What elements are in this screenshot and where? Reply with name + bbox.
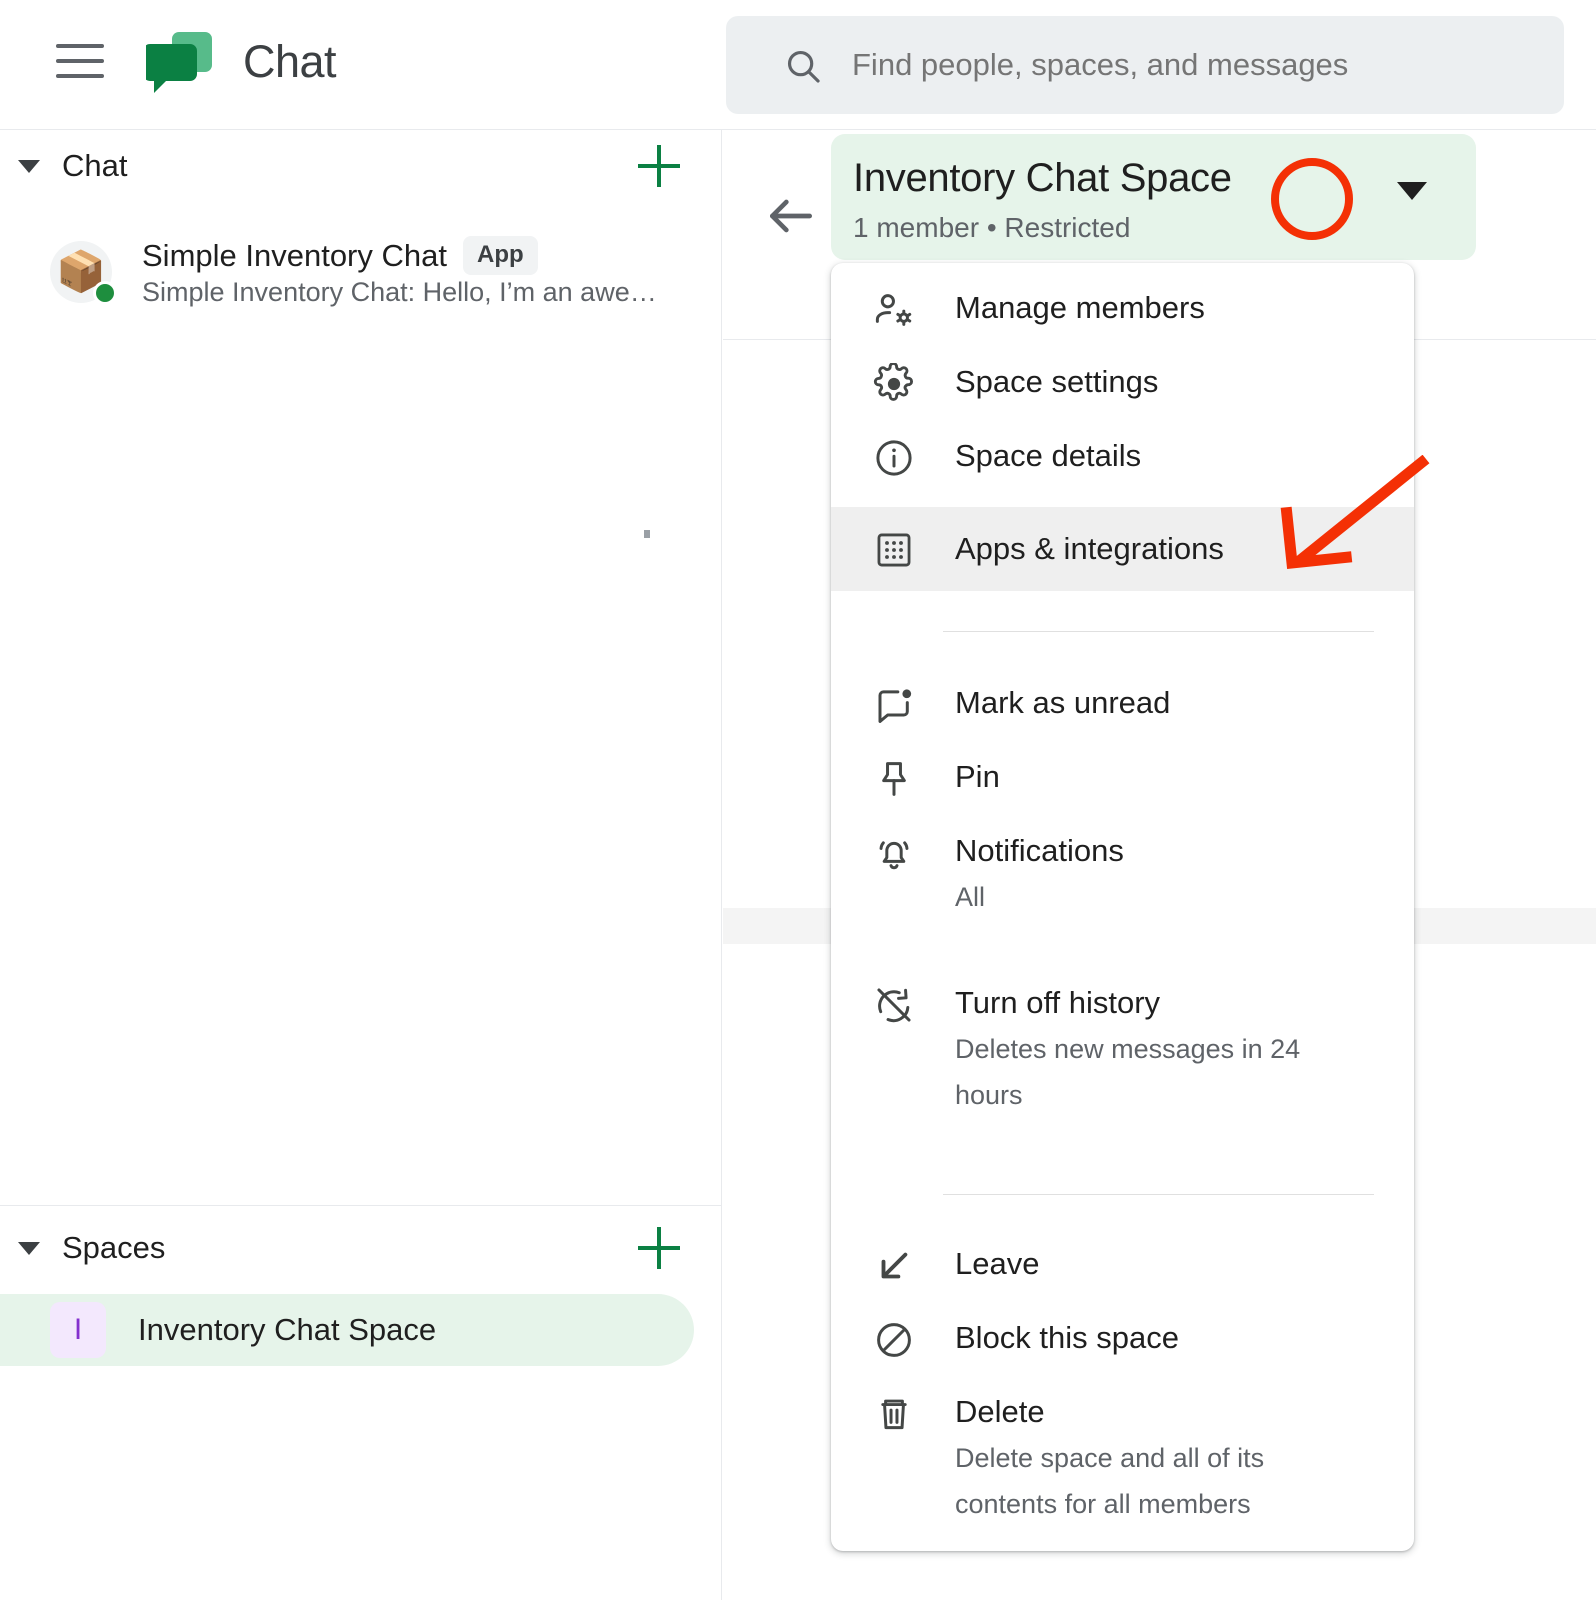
menu-item-label: Apps & integrations [955,526,1224,572]
sidebar-section-spaces-label: Spaces [62,1230,165,1266]
spaces-divider [0,1205,721,1206]
menu-item-label: Notifications [955,828,1124,874]
list-item-texts: Simple Inventory Chat App Simple Invento… [142,236,657,308]
bell-icon [871,830,917,876]
app-title: Chat [243,36,336,88]
hamburger-line [56,74,104,78]
history-off-icon [871,982,917,1028]
sidebar-section-chat[interactable]: Chat [0,130,722,202]
list-item-snippet: Simple Inventory Chat: Hello, I’m an awe… [142,277,657,308]
menu-item-body: Space details [955,433,1141,479]
menu-item-leave[interactable]: Leave [831,1241,1414,1315]
menu-item-label: Delete [955,1389,1355,1435]
menu-gap [831,1160,1414,1194]
menu-item-mark-as-unread[interactable]: Mark as unread [831,680,1414,754]
apps-grid-icon [871,527,917,573]
menu-item-label: Block this space [955,1315,1179,1361]
manage-members-icon [871,287,917,333]
new-chat-plus-icon[interactable] [638,145,680,187]
hamburger-line [56,59,104,63]
menu-item-body: Mark as unread [955,680,1170,726]
menu-item-turn-off-history[interactable]: Turn off history Deletes new messages in… [831,980,1414,1160]
list-item-title-row: Simple Inventory Chat App [142,236,657,275]
page-title: Inventory Chat Space [853,156,1232,201]
chevron-down-icon[interactable] [18,160,40,173]
google-chat-logo [146,28,216,100]
menu-item-sublabel: All [955,874,1124,920]
menu-item-body: Notifications All [955,828,1124,920]
space-header-chevron-down-icon[interactable] [1391,170,1433,212]
back-arrow-icon[interactable] [763,188,819,244]
menu-item-manage-members[interactable]: Manage members [831,285,1414,359]
pin-icon [871,756,917,802]
menu-item-label: Turn off history [955,980,1355,1026]
block-icon [871,1317,917,1363]
app-badge: App [463,236,538,275]
chevron-down-glyph [1397,182,1427,200]
app-root: Chat Chat 📦 [0,0,1596,1600]
menu-item-notifications[interactable]: Notifications All [831,828,1414,956]
menu-item-body: Space settings [955,359,1158,405]
menu-item-body: Delete Delete space and all of its conte… [955,1389,1355,1527]
menu-item-label: Space settings [955,359,1158,405]
hamburger-line [56,44,104,48]
avatar: 📦 [50,241,112,303]
space-initial-badge: I [50,1302,106,1358]
space-header-subtitle: 1 member • Restricted [853,212,1130,244]
menu-gap [831,591,1414,631]
menu-item-pin[interactable]: Pin [831,754,1414,828]
menu-item-delete[interactable]: Delete Delete space and all of its conte… [831,1389,1414,1551]
leave-arrow-icon [871,1243,917,1289]
info-icon [871,435,917,481]
trash-icon [871,1391,917,1437]
space-header[interactable]: Inventory Chat Space 1 member • Restrict… [831,134,1476,260]
search-icon [784,47,822,85]
gear-icon [871,361,917,407]
menu-item-body: Manage members [955,285,1205,331]
menu-item-body: Apps & integrations [955,526,1224,572]
menu-item-apps-and-integrations[interactable]: Apps & integrations [831,507,1414,591]
mark-unread-icon [871,682,917,728]
sidebar: Chat 📦 Simple Inventory Chat App Simple … [0,130,722,1600]
sidebar-section-chat-label: Chat [62,148,127,184]
search-bar[interactable] [726,16,1564,114]
top-bar: Chat [0,0,1596,130]
menu-item-label: Leave [955,1241,1039,1287]
sidebar-item-label: Inventory Chat Space [138,1312,436,1348]
space-options-menu: Manage members Space settings [831,263,1414,1551]
presence-online-indicator [93,281,117,305]
menu-item-label: Manage members [955,285,1205,331]
search-input[interactable] [852,16,1532,114]
list-item[interactable]: 📦 Simple Inventory Chat App Simple Inven… [0,224,700,320]
menu-item-body: Block this space [955,1315,1179,1361]
stray-artifact-dot [644,530,650,538]
menu-top-padding [831,263,1414,285]
menu-item-space-details[interactable]: Space details [831,433,1414,507]
menu-gap [831,956,1414,980]
menu-item-body: Pin [955,754,1000,800]
sidebar-section-spaces[interactable]: Spaces [0,1212,722,1284]
menu-item-space-settings[interactable]: Space settings [831,359,1414,433]
menu-item-body: Turn off history Deletes new messages in… [955,980,1355,1118]
hamburger-menu-icon[interactable] [56,44,104,84]
menu-item-sublabel: Delete space and all of its contents for… [955,1435,1355,1527]
new-space-plus-icon[interactable] [638,1227,680,1269]
menu-item-block-this-space[interactable]: Block this space [831,1315,1414,1389]
list-item-name: Simple Inventory Chat [142,238,447,274]
menu-item-body: Leave [955,1241,1039,1287]
menu-item-label: Pin [955,754,1000,800]
menu-item-label: Mark as unread [955,680,1170,726]
menu-item-sublabel: Deletes new messages in 24 hours [955,1026,1355,1118]
chevron-down-icon[interactable] [18,1242,40,1255]
menu-gap [831,632,1414,680]
sidebar-item-inventory-chat-space[interactable]: I Inventory Chat Space [0,1294,694,1366]
menu-gap [831,1195,1414,1241]
menu-item-label: Space details [955,433,1141,479]
